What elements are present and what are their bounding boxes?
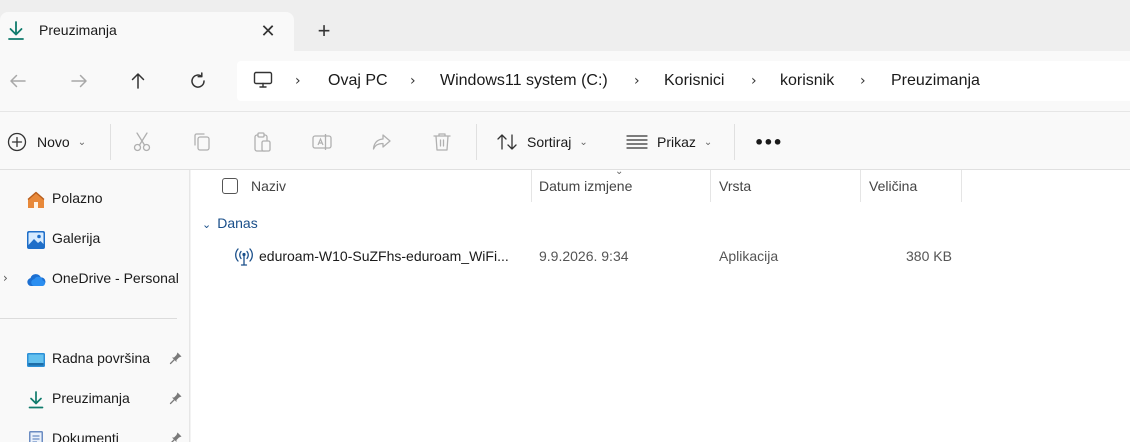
file-row[interactable]: eduroam-W10-SuZFhs-eduroam_WiFi... 9.9.2…	[191, 240, 1130, 274]
column-header-date[interactable]: Datum izmjene	[539, 178, 632, 194]
breadcrumb-system-drive[interactable]: Windows11 system (C:)	[440, 72, 608, 90]
sort-indicator-icon: ⌄	[615, 166, 624, 177]
sort-icon	[497, 134, 517, 150]
column-header-size[interactable]: Veličina	[869, 178, 917, 194]
pin-icon[interactable]	[169, 391, 183, 405]
toolbar-divider	[476, 124, 477, 160]
computer-icon	[253, 71, 273, 88]
address-bar[interactable]: › Ovaj PC › Windows11 system (C:) › Kori…	[237, 61, 1130, 101]
gallery-icon	[27, 231, 45, 249]
sort-button-label: Sortiraj	[527, 134, 572, 150]
wifi-app-icon	[235, 248, 253, 266]
sidebar-divider	[0, 318, 177, 319]
sidebar-item-label: Polazno	[52, 190, 103, 206]
collapse-chevron-icon: ⌄	[202, 218, 212, 231]
breadcrumb-separator[interactable]: ›	[410, 73, 416, 89]
new-button[interactable]: Novo ⌄	[7, 130, 86, 154]
tab-strip: Preuzimanja ✕ +	[0, 0, 1130, 51]
column-divider[interactable]	[961, 170, 962, 202]
select-all-checkbox[interactable]	[222, 178, 238, 194]
download-icon	[8, 21, 24, 40]
new-button-label: Novo	[37, 134, 70, 150]
desktop-icon	[27, 353, 45, 367]
back-button[interactable]	[6, 69, 30, 93]
file-date: 9.9.2026. 9:34	[539, 248, 629, 264]
breadcrumb-separator[interactable]: ›	[295, 73, 301, 89]
paste-icon[interactable]	[251, 131, 273, 153]
column-divider[interactable]	[860, 170, 861, 202]
sidebar-item-desktop[interactable]: Radna površina	[0, 341, 190, 377]
pin-icon[interactable]	[169, 351, 183, 365]
home-icon	[27, 191, 45, 208]
onedrive-cloud-icon	[27, 274, 46, 286]
toolbar-divider	[734, 124, 735, 160]
forward-button[interactable]	[67, 69, 91, 93]
breadcrumb-separator[interactable]: ›	[860, 73, 866, 89]
file-type: Aplikacija	[719, 248, 779, 264]
file-list: Naziv ⌄ Datum izmjene Vrsta Veličina ⌄ Da…	[191, 166, 1130, 442]
sidebar-item-label: Radna površina	[52, 350, 151, 366]
column-header-name[interactable]: Naziv	[251, 178, 286, 194]
sort-button[interactable]: Sortiraj ⌄	[496, 130, 588, 154]
pin-icon[interactable]	[169, 431, 183, 442]
breadcrumb-separator[interactable]: ›	[751, 73, 757, 89]
chevron-down-icon: ⌄	[703, 136, 713, 148]
group-label: Danas	[217, 215, 258, 231]
share-icon[interactable]	[371, 131, 393, 153]
chevron-down-icon: ⌄	[77, 136, 87, 148]
view-button[interactable]: Prikaz ⌄	[626, 130, 712, 154]
group-header-today[interactable]: ⌄ Danas	[202, 215, 258, 231]
command-bar: Novo ⌄ Sortiraj ⌄ Prikaz ⌄ •••	[0, 111, 1130, 170]
tab-close-icon[interactable]: ✕	[258, 21, 278, 41]
file-size: 380 KB	[906, 248, 952, 264]
back-arrow-icon	[10, 74, 26, 88]
plus-circle-icon	[7, 132, 27, 152]
sidebar-item-label: Dokumenti	[52, 430, 119, 442]
column-divider[interactable]	[710, 170, 711, 202]
toolbar-divider	[110, 124, 111, 160]
breadcrumb-this-pc[interactable]: Ovaj PC	[328, 72, 388, 90]
breadcrumb-separator[interactable]: ›	[634, 73, 640, 89]
sidebar-item-label: Galerija	[52, 230, 101, 246]
sidebar-item-gallery[interactable]: Galerija	[0, 221, 190, 257]
up-arrow-icon	[131, 73, 145, 89]
downloads-icon	[28, 391, 44, 409]
breadcrumb-downloads[interactable]: Preuzimanja	[891, 72, 980, 90]
delete-icon[interactable]	[431, 131, 453, 153]
new-tab-button[interactable]: +	[312, 20, 336, 44]
breadcrumb-users[interactable]: Korisnici	[664, 72, 724, 90]
sidebar-item-label: OneDrive - Personal	[52, 270, 179, 286]
column-divider[interactable]	[531, 170, 532, 202]
expand-chevron-icon[interactable]: ›	[3, 271, 8, 285]
copy-icon[interactable]	[191, 131, 213, 153]
view-button-label: Prikaz	[657, 134, 696, 150]
refresh-button[interactable]	[186, 69, 210, 93]
sidebar-item-onedrive[interactable]: › OneDrive - Personal	[0, 261, 190, 297]
refresh-icon	[191, 72, 205, 88]
sidebar-item-home[interactable]: Polazno	[0, 181, 190, 217]
cut-icon[interactable]	[131, 131, 153, 153]
navigation-bar: › Ovaj PC › Windows11 system (C:) › Kori…	[0, 51, 1130, 111]
view-list-icon	[626, 135, 648, 149]
up-button[interactable]	[126, 69, 150, 93]
rename-icon[interactable]	[311, 131, 333, 153]
file-name[interactable]: eduroam-W10-SuZFhs-eduroam_WiFi...	[259, 248, 509, 264]
navigation-pane: Polazno Galerija › OneDrive - Personal R…	[0, 170, 190, 442]
tab-downloads[interactable]: Preuzimanja ✕	[0, 12, 294, 51]
breadcrumb-user[interactable]: korisnik	[780, 72, 834, 90]
tab-title: Preuzimanja	[39, 22, 117, 38]
forward-arrow-icon	[71, 74, 87, 88]
sidebar-item-label: Preuzimanja	[52, 390, 130, 406]
sidebar-item-downloads[interactable]: Preuzimanja	[0, 381, 190, 417]
more-options-button[interactable]: •••	[754, 130, 783, 154]
documents-icon	[29, 431, 43, 442]
sidebar-item-documents[interactable]: Dokumenti	[0, 421, 190, 442]
column-header-type[interactable]: Vrsta	[719, 178, 751, 194]
chevron-down-icon: ⌄	[579, 136, 588, 148]
